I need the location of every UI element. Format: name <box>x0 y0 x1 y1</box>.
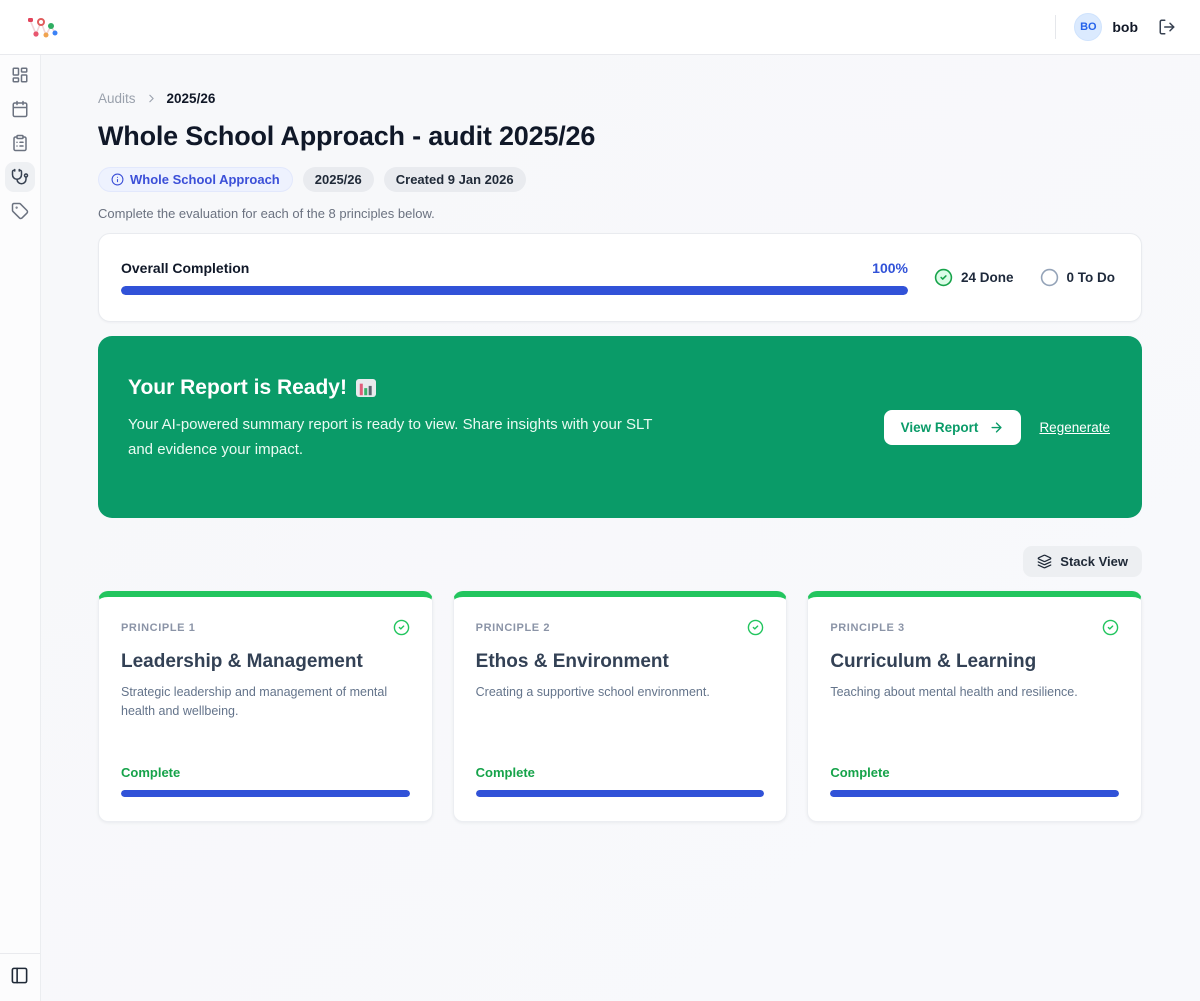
layers-icon <box>1037 554 1052 569</box>
zigzag-line-chart-logo-icon <box>26 13 60 41</box>
principle-status: Complete <box>830 745 1119 780</box>
principle-progress-bar <box>121 790 410 797</box>
principle-number-label: PRINCIPLE 1 <box>121 622 195 634</box>
view-report-button[interactable]: View Report <box>884 410 1022 445</box>
panel-left-toggle-icon <box>10 966 29 985</box>
sidebar-item-dashboard[interactable] <box>5 60 35 90</box>
principle-number-label: PRINCIPLE 2 <box>476 622 550 634</box>
report-ready-banner: Your Report is Ready! Your AI-powered su… <box>98 336 1142 518</box>
log-out-icon <box>1158 18 1176 36</box>
overall-completion-label: Overall Completion <box>121 260 249 276</box>
framework-badge: Whole School Approach <box>98 167 293 192</box>
banner-text-block: Your Report is Ready! Your AI-powered su… <box>128 376 668 478</box>
overall-progress-fill <box>121 286 908 295</box>
view-toolbar: Stack View <box>98 546 1142 577</box>
username: bob <box>1112 19 1138 35</box>
todo-metric: 0 To Do <box>1040 268 1116 287</box>
principle-number-label: PRINCIPLE 3 <box>830 622 904 634</box>
principle-title: Leadership & Management <box>121 651 410 673</box>
breadcrumb: Audits 2025/26 <box>98 91 1142 106</box>
sidebar-item-tags[interactable] <box>5 196 35 226</box>
banner-title: Your Report is Ready! <box>128 376 668 400</box>
banner-actions: View Report Regenerate <box>884 410 1112 445</box>
sidebar-collapse-button[interactable] <box>10 966 29 985</box>
stack-view-button[interactable]: Stack View <box>1023 546 1142 577</box>
principle-progress-fill <box>830 790 1119 797</box>
sidebar-footer <box>0 953 40 1001</box>
created-badge: Created 9 Jan 2026 <box>384 167 526 192</box>
check-circle-icon <box>934 268 953 287</box>
empty-circle-icon <box>1040 268 1059 287</box>
app-logo[interactable] <box>26 13 60 41</box>
bar-chart-emoji <box>356 379 376 397</box>
banner-body: Your AI-powered summary report is ready … <box>128 413 668 463</box>
principle-progress-fill <box>121 790 410 797</box>
principle-progress-bar <box>476 790 765 797</box>
banner-title-text: Your Report is Ready! <box>128 376 347 400</box>
principle-card-2[interactable]: PRINCIPLE 2 Ethos & Environment Creating… <box>453 591 788 822</box>
logout-button[interactable] <box>1154 14 1180 40</box>
view-report-label: View Report <box>901 420 979 435</box>
todo-metric-label: 0 To Do <box>1067 270 1116 285</box>
principles-grid: PRINCIPLE 1 Leadership & Management Stra… <box>98 591 1142 822</box>
arrow-right-icon <box>989 420 1004 435</box>
sidebar <box>0 55 41 1001</box>
principle-description: Teaching about mental health and resilie… <box>830 683 1119 702</box>
stethoscope-icon <box>11 168 29 186</box>
sidebar-item-clipboard[interactable] <box>5 128 35 158</box>
user-menu: BO bob <box>1055 13 1180 41</box>
principle-description: Creating a supportive school environment… <box>476 683 765 702</box>
breadcrumb-audits[interactable]: Audits <box>98 91 136 106</box>
chevron-right-icon <box>145 92 158 105</box>
top-header: BO bob <box>0 0 1200 55</box>
badges-row: Whole School Approach 2025/26 Created 9 … <box>98 167 1142 192</box>
stack-view-label: Stack View <box>1060 554 1128 569</box>
breadcrumb-current: 2025/26 <box>167 91 216 106</box>
principle-progress-bar <box>830 790 1119 797</box>
overall-progress-bar <box>121 286 908 295</box>
header-divider <box>1055 15 1056 39</box>
check-circle-icon <box>1102 619 1119 636</box>
check-circle-icon <box>393 619 410 636</box>
principle-progress-fill <box>476 790 765 797</box>
done-metric: 24 Done <box>934 268 1014 287</box>
dashboard-icon <box>11 66 29 84</box>
check-circle-icon <box>747 619 764 636</box>
overall-progress-section: Overall Completion 100% <box>121 260 908 295</box>
framework-badge-label: Whole School Approach <box>130 172 280 187</box>
principle-title: Ethos & Environment <box>476 651 765 673</box>
regenerate-link[interactable]: Regenerate <box>1039 420 1110 435</box>
done-metric-label: 24 Done <box>961 270 1014 285</box>
tag-icon <box>11 202 29 220</box>
calendar-icon <box>11 100 29 118</box>
clipboard-icon <box>11 134 29 152</box>
overall-completion-card: Overall Completion 100% 24 Done <box>98 233 1142 322</box>
completion-metrics: 24 Done 0 To Do <box>934 268 1119 287</box>
avatar-initials: BO <box>1080 21 1097 33</box>
info-icon <box>111 173 124 186</box>
overall-percent: 100% <box>872 260 908 276</box>
principle-title: Curriculum & Learning <box>830 651 1119 673</box>
page-title: Whole School Approach - audit 2025/26 <box>98 121 1142 152</box>
principle-status: Complete <box>121 745 410 780</box>
year-badge: 2025/26 <box>303 167 374 192</box>
sidebar-item-calendar[interactable] <box>5 94 35 124</box>
principle-card-3[interactable]: PRINCIPLE 3 Curriculum & Learning Teachi… <box>807 591 1142 822</box>
sidebar-item-audits[interactable] <box>5 162 35 192</box>
page-subtitle: Complete the evaluation for each of the … <box>98 206 1142 221</box>
bar-chart-emoji-glyph <box>358 381 374 397</box>
avatar[interactable]: BO <box>1074 13 1102 41</box>
principle-description: Strategic leadership and management of m… <box>121 683 410 722</box>
principle-card-1[interactable]: PRINCIPLE 1 Leadership & Management Stra… <box>98 591 433 822</box>
main-content: Audits 2025/26 Whole School Approach - a… <box>41 55 1200 1001</box>
principle-status: Complete <box>476 745 765 780</box>
